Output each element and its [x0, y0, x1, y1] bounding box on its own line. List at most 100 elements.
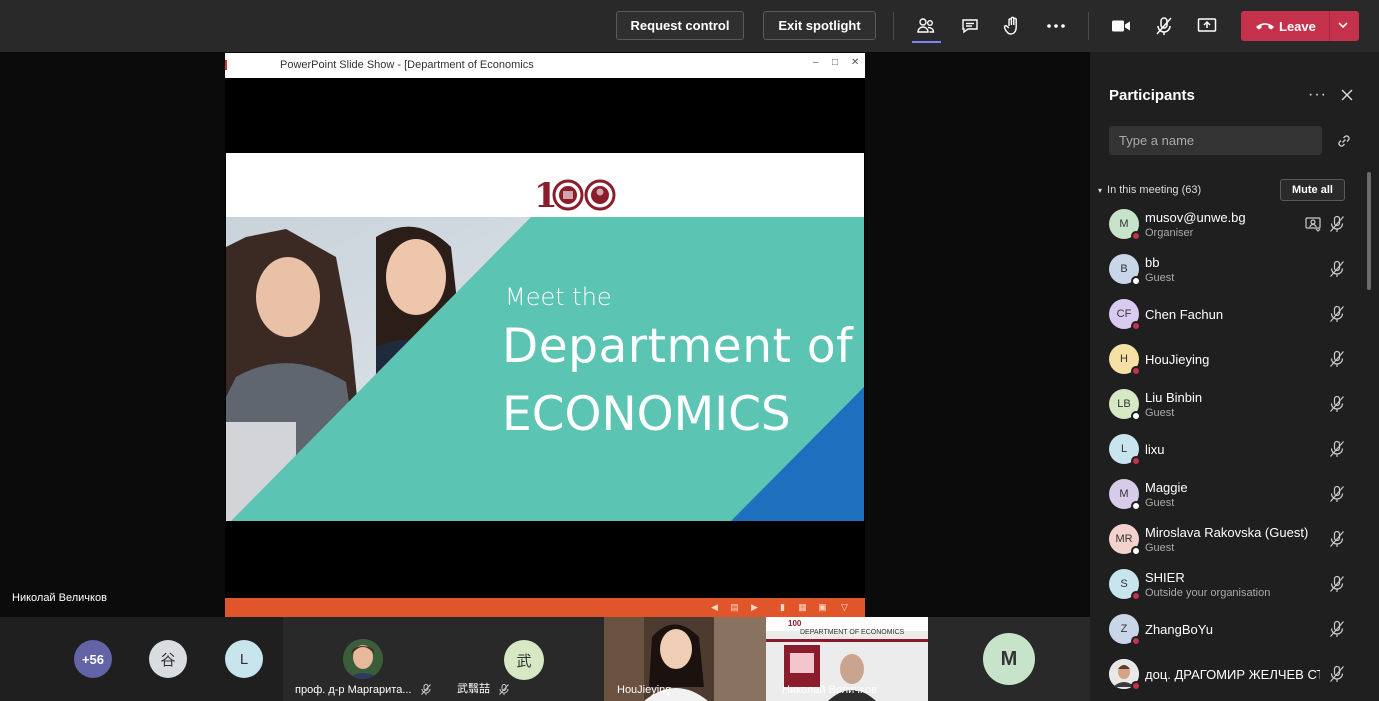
chevron-down-icon: ▾: [1098, 186, 1103, 195]
mic-off-icon[interactable]: [1150, 12, 1178, 40]
slide-main-area: Meet the Department of ECONOMICS: [226, 217, 864, 521]
presence-status-icon: [1131, 546, 1141, 556]
next-slide-icon[interactable]: ▶: [749, 602, 760, 613]
chevron-down-icon[interactable]: [1337, 21, 1349, 29]
share-screen-icon[interactable]: [1193, 12, 1221, 40]
share-invite-link-icon[interactable]: [1336, 133, 1352, 149]
participant-avatar[interactable]: 谷: [149, 640, 187, 678]
participant-row[interactable]: MR Miroslava Rakovska (Guest) Guest: [1090, 517, 1365, 562]
svg-text:1: 1: [534, 177, 556, 213]
participant-name: Miroslava Rakovska (Guest): [1145, 525, 1309, 540]
participant-role: Guest: [1145, 542, 1175, 554]
mic-off-icon[interactable]: [1328, 215, 1346, 233]
ppt-status-bar: ◀ ▤ ▶ ▮ ▦ ▣ ▽: [225, 598, 865, 618]
camera-icon[interactable]: [1107, 12, 1135, 40]
panel-more-icon[interactable]: ···: [1308, 86, 1327, 104]
close-icon[interactable]: ✕: [851, 57, 859, 68]
participant-row[interactable]: Llixu: [1090, 427, 1365, 472]
mute-all-button[interactable]: Mute all: [1280, 179, 1345, 201]
minimize-icon[interactable]: –: [813, 57, 819, 68]
slideshow-view-icon[interactable]: ▽: [839, 602, 850, 613]
participant-row[interactable]: Bbb Guest: [1090, 247, 1365, 292]
mic-off-icon[interactable]: [1328, 395, 1346, 413]
university-100-logo: 100 1: [534, 176, 618, 222]
participant-tile[interactable]: 武 武翳喆: [443, 617, 604, 701]
participant-tile-name: HouJieying: [617, 684, 672, 696]
exit-spotlight-button[interactable]: Exit spotlight: [763, 11, 876, 40]
leave-label: Leave: [1279, 18, 1316, 34]
panel-scrollbar[interactable]: [1367, 172, 1371, 290]
participant-initials: M: [1119, 488, 1129, 500]
participant-video-tile[interactable]: 100 DEPARTMENT OF ECONOMICS Николай Вели…: [766, 617, 928, 701]
slide-menu-icon[interactable]: ▤: [729, 602, 740, 613]
shared-slide-text: DEPARTMENT OF ECONOMICS: [800, 629, 905, 636]
more-options-icon[interactable]: [1042, 12, 1070, 40]
presence-status-icon: [1131, 681, 1141, 691]
reading-view-icon[interactable]: ▣: [817, 602, 828, 613]
mic-off-icon[interactable]: [1328, 665, 1346, 683]
close-icon[interactable]: [1340, 88, 1354, 102]
participant-initials: LB: [1117, 398, 1131, 410]
normal-view-icon[interactable]: ▮: [777, 602, 788, 613]
mic-off-icon[interactable]: [1328, 440, 1346, 458]
presence-status-icon: [1131, 636, 1141, 646]
presence-status-icon: [1131, 501, 1141, 511]
teams-meeting-window: Request control Exit spotlight Leave Pow…: [0, 0, 1379, 701]
participant-row[interactable]: S SHIER Outside your organisation: [1090, 562, 1365, 607]
raise-hand-icon[interactable]: [998, 12, 1026, 40]
participant-tile-name: проф. д-р Маргарита...: [295, 684, 412, 696]
more-participants-badge[interactable]: +56: [74, 640, 112, 678]
participant-role: Guest: [1145, 407, 1175, 419]
mic-off-icon[interactable]: [1328, 260, 1346, 278]
mic-off-icon[interactable]: [1328, 620, 1346, 638]
participant-name: Chen Fachun: [1145, 307, 1224, 322]
mic-off-icon[interactable]: [1328, 530, 1346, 548]
ppt-app-mark: [225, 60, 228, 70]
participant-tile-name: Николай Величков: [782, 684, 877, 696]
presence-status-icon: [1131, 411, 1141, 421]
participant-row[interactable]: H HouJieying: [1090, 337, 1365, 382]
presence-status-icon: [1131, 456, 1141, 466]
participant-avatar[interactable]: L: [225, 640, 263, 678]
phone-hangup-icon: [1256, 23, 1274, 30]
slide-sorter-icon[interactable]: ▦: [797, 602, 808, 613]
presenter-name-label: Николай Величков: [12, 592, 107, 604]
participant-initials: CF: [1116, 308, 1132, 320]
participant-tile[interactable]: M: [928, 617, 1090, 701]
participant-photo: [343, 639, 383, 679]
participant-name: musov@unwe.bg: [1145, 210, 1246, 225]
participant-role: Guest: [1145, 497, 1175, 509]
in-meeting-section-header[interactable]: ▾ In this meeting (63): [1098, 184, 1201, 196]
mic-off-icon[interactable]: [1328, 305, 1346, 323]
chat-icon[interactable]: [956, 12, 984, 40]
participant-row[interactable]: доц. ДРАГОМИР ЖЕЛЧЕВ СТ...: [1090, 652, 1365, 697]
participant-name: ZhangBoYu: [1145, 622, 1213, 637]
participant-row[interactable]: M Maggie Guest: [1090, 472, 1365, 517]
mic-off-icon[interactable]: [1328, 350, 1346, 368]
mic-off-icon[interactable]: [1328, 485, 1346, 503]
participant-row[interactable]: LB Liu Binbin Guest: [1090, 382, 1365, 427]
participant-row[interactable]: Z ZhangBoYu: [1090, 607, 1365, 652]
mic-off-icon[interactable]: [1328, 575, 1346, 593]
presence-status-icon: [1131, 591, 1141, 601]
participant-search-input[interactable]: [1109, 126, 1322, 155]
slide-subtitle: Meet the: [505, 283, 612, 311]
participant-initials: B: [1120, 263, 1128, 275]
participant-tile[interactable]: проф. д-р Маргарита...: [283, 617, 443, 701]
request-control-button[interactable]: Request control: [616, 11, 744, 40]
participant-gallery: +56 谷 L проф. д-р Маргарита... 武 武翳喆 Hou…: [0, 617, 1090, 701]
participant-row[interactable]: CF Chen Fachun: [1090, 292, 1365, 337]
participant-row[interactable]: Mmusov@unwe.bg Organiser: [1090, 202, 1365, 247]
leave-button[interactable]: Leave: [1241, 11, 1359, 41]
participant-video-tile[interactable]: HouJieying: [604, 617, 766, 701]
leave-divider: [1329, 11, 1330, 41]
participant-initials: Z: [1120, 623, 1128, 635]
maximize-icon[interactable]: □: [832, 57, 838, 68]
people-icon[interactable]: [912, 12, 940, 40]
prev-slide-icon[interactable]: ◀: [709, 602, 720, 613]
panel-title: Participants: [1109, 87, 1195, 104]
participant-name: Liu Binbin: [1145, 390, 1203, 405]
section-count-label: In this meeting (63): [1107, 184, 1202, 196]
presenter-icon: [1304, 215, 1322, 233]
participant-role: Organiser: [1145, 227, 1194, 239]
